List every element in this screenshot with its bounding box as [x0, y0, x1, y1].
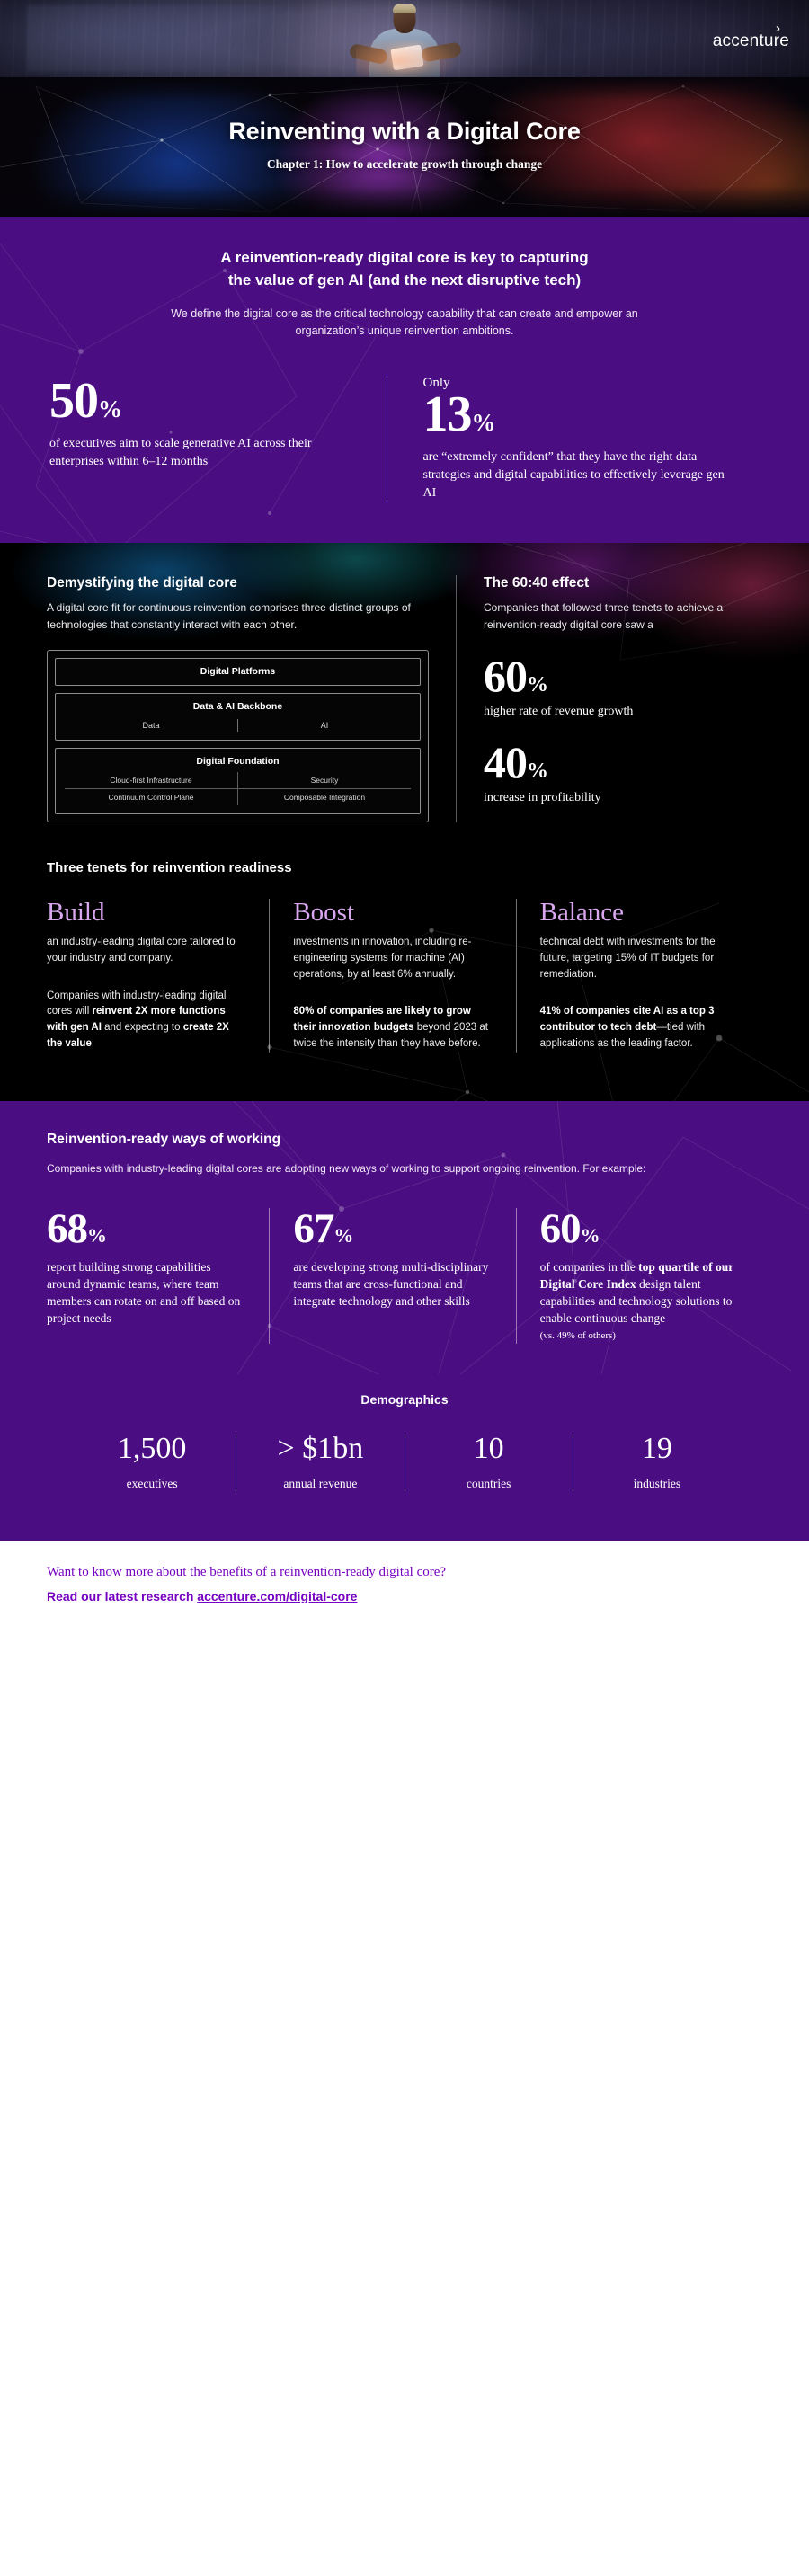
effect-stat-1-label: increase in profitability	[484, 791, 601, 805]
intro-heading: A reinvention-ready digital core is key …	[0, 247, 809, 291]
ww-stat-1-description: are developing strong multi-disciplinary…	[293, 1259, 489, 1308]
page-title: Reinventing with a Digital Core	[228, 118, 581, 145]
demographics-row: 1,500 executives > $1bn annual revenue 1…	[47, 1431, 762, 1491]
ww-stat-2-number: 60%	[539, 1204, 600, 1252]
effect-stat-1: 40% increase in profitability	[484, 740, 762, 807]
effect-stat-0-number: 60%	[484, 650, 548, 701]
demographics-title: Demographics	[360, 1391, 449, 1407]
digital-core-diagram: Digital Platforms Data & AI Backbone Dat…	[47, 649, 429, 822]
intro-stat-0: 50% of executives aim to scale generativ…	[49, 376, 387, 502]
demographics-label: annual revenue	[283, 1476, 358, 1490]
layer-cells: Data AI	[65, 718, 411, 732]
tenets-section: Three tenets for reinvention readiness B…	[0, 822, 809, 1101]
intro-heading-line1: A reinvention-ready digital core is key …	[220, 249, 589, 266]
intro-lede: We define the digital core as the critic…	[171, 307, 638, 338]
intro-stat-1-description: are “extremely confident” that they have…	[422, 449, 725, 500]
layer-cell: Composable Integration	[283, 792, 366, 802]
demystify-body: A digital core fit for continuous reinve…	[47, 601, 411, 631]
effect-body: Companies that followed three tenets to …	[484, 601, 724, 631]
layer-cell: AI	[320, 720, 329, 730]
layer-cell: Continuum Control Plane	[65, 788, 238, 805]
footer-question: Want to know more about the benefits of …	[47, 1564, 447, 1579]
ww-stat-0: 68% report building strong capabilities …	[47, 1204, 269, 1344]
diagram-layer-data-ai-backbone: Data & AI Backbone Data AI	[55, 692, 421, 741]
layer-cell: Security	[310, 775, 339, 785]
title-banner: Reinventing with a Digital Core Chapter …	[0, 77, 809, 217]
ww-stat-2-description: of companies in the top quartile of our …	[539, 1259, 734, 1342]
accenture-logo: › accenture	[713, 22, 789, 49]
purple-bottom-band	[0, 1526, 809, 1541]
layer-cell: Data	[65, 718, 238, 732]
demystify-heading: Demystifying the digital core	[47, 575, 237, 591]
intro-stats-row: 50% of executives aim to scale generativ…	[0, 375, 809, 502]
tenets-network-decor	[267, 902, 809, 1101]
ww-stat-0-number: 68%	[47, 1204, 107, 1252]
page-subtitle: Chapter 1: How to accelerate growth thro…	[266, 157, 543, 171]
intro-section: A reinvention-ready digital core is key …	[0, 217, 809, 544]
footer-cta: Read our latest research accenture.com/d…	[47, 1589, 762, 1603]
ways-of-working-section: Reinvention-ready ways of working Compan…	[0, 1100, 809, 1374]
sixty-forty-column: The 60:40 effect Companies that followed…	[456, 575, 762, 822]
ww-stat-1-number: 67%	[293, 1204, 353, 1252]
diagram-layer-digital-platforms: Digital Platforms	[55, 657, 421, 686]
demographics-label: countries	[466, 1476, 511, 1490]
demographics-label: executives	[126, 1476, 178, 1490]
demographics-value: 19	[641, 1431, 672, 1465]
layer-title: Digital Platforms	[200, 665, 276, 677]
effect-heading: The 60:40 effect	[484, 575, 590, 591]
ww-stat-1: 67% are developing strong multi-discipli…	[269, 1204, 515, 1344]
ww-stat-0-description: report building strong capabilities arou…	[47, 1259, 241, 1325]
ww-lede: Companies with industry-leading digital …	[47, 1161, 646, 1175]
ww-stat-2: 60% of companies in the top quartile of …	[515, 1204, 762, 1344]
ww-heading: Reinvention-ready ways of working	[47, 1131, 281, 1147]
demographics-item-countries: 10 countries	[404, 1431, 573, 1491]
digital-core-section: Demystifying the digital core A digital …	[0, 543, 809, 1101]
demographics-value: 1,500	[117, 1431, 187, 1465]
hero-photo-banner: › accenture	[0, 0, 809, 77]
effect-stat-0: 60% higher rate of revenue growth	[484, 653, 762, 721]
demographics-section: Demographics 1,500 executives > $1bn ann…	[0, 1373, 809, 1527]
layer-cell-grid: Cloud-first Infrastructure Security Cont…	[65, 771, 411, 805]
demographics-item-industries: 19 industries	[572, 1431, 741, 1491]
diagram-layer-digital-foundation: Digital Foundation Cloud-first Infrastru…	[55, 747, 421, 814]
demographics-item-revenue: > $1bn annual revenue	[236, 1431, 404, 1491]
intro-heading-line2: the value of gen AI (and the next disrup…	[227, 271, 582, 289]
intro-stat-0-description: of executives aim to scale generative AI…	[49, 436, 312, 468]
intro-stat-1: Only 13% are “extremely confident” that …	[386, 375, 760, 502]
vignette-decor	[0, 0, 809, 77]
layer-cell-row: Cloud-first Infrastructure Security	[65, 771, 411, 789]
effect-stat-1-number: 40%	[484, 737, 548, 788]
demographics-value: 10	[473, 1431, 504, 1465]
accenture-wordmark: accenture	[712, 31, 789, 50]
demographics-value: > $1bn	[277, 1431, 364, 1465]
demographics-item-executives: 1,500 executives	[68, 1431, 236, 1491]
infographic-page: › accenture Reinventing with a Digital C…	[0, 0, 809, 1630]
layer-cell-row: Continuum Control Plane Composable Integ…	[65, 788, 411, 805]
intro-stat-0-number: 50%	[49, 372, 122, 429]
demographics-label: industries	[633, 1476, 681, 1490]
layer-cell: Cloud-first Infrastructure	[65, 771, 238, 788]
footer-cta-prefix: Read our latest research	[47, 1588, 198, 1603]
effect-stat-0-label: higher rate of revenue growth	[484, 704, 634, 718]
footer-cta-section: Want to know more about the benefits of …	[0, 1541, 809, 1630]
digital-core-columns: Demystifying the digital core A digital …	[0, 543, 809, 822]
demystify-column: Demystifying the digital core A digital …	[47, 575, 456, 822]
layer-title: Data & AI Backbone	[192, 700, 283, 712]
ww-stats-row: 68% report building strong capabilities …	[47, 1204, 762, 1344]
layer-title: Digital Foundation	[196, 755, 280, 767]
intro-stat-1-number: 13%	[422, 386, 496, 442]
footer-cta-link[interactable]: accenture.com/digital-core	[197, 1589, 357, 1603]
